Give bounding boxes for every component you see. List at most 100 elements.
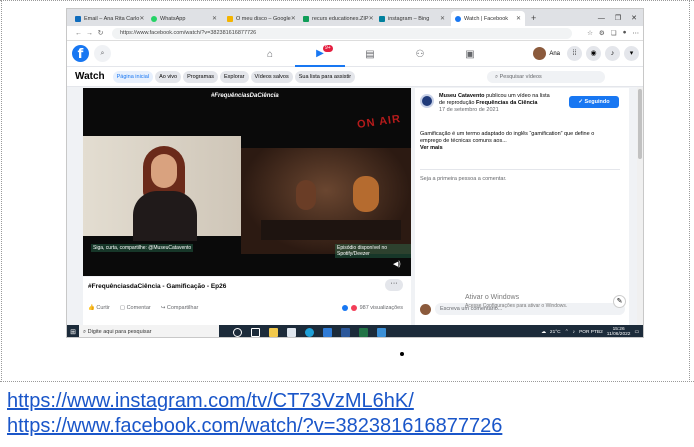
tab-home[interactable]: Página inicial <box>112 70 154 83</box>
refresh-icon[interactable]: ↻ <box>95 29 106 37</box>
gaming-icon[interactable]: ▣ <box>445 41 495 67</box>
edge-icon[interactable] <box>305 327 314 337</box>
scrollbar[interactable] <box>637 87 643 325</box>
facebook-logo[interactable]: f <box>72 45 89 62</box>
following-button[interactable]: ✓ Seguindo <box>569 96 619 108</box>
store-icon[interactable] <box>287 327 296 337</box>
facebook-link[interactable]: https://www.facebook.com/watch/?v=382381… <box>7 415 502 438</box>
minimize-icon[interactable]: — <box>598 11 605 26</box>
task-view-icon[interactable] <box>251 327 260 337</box>
chevron-down-icon[interactable]: ▾ <box>624 46 639 61</box>
groups-icon[interactable]: ⚇ <box>395 41 445 67</box>
notifications-icon[interactable]: ▭ <box>634 330 639 335</box>
reactions-summary[interactable]: 987 visualizações <box>341 305 403 311</box>
browser-tab[interactable]: recurs educationes.ZIP ✕ <box>299 11 373 26</box>
close-icon[interactable]: ✕ <box>440 15 445 22</box>
video-caption-left: Siga, curta, compartilhe: @MuseuCatavent… <box>91 244 194 252</box>
profile-name: Ana <box>549 50 560 57</box>
excel-icon[interactable] <box>359 327 368 337</box>
watch-subnav: Watch Página inicial Ao vivo Programas E… <box>67 67 643 87</box>
home-icon[interactable]: ⌂ <box>245 41 295 67</box>
window-controls: — ❐ ✕ <box>598 11 643 26</box>
mail-icon[interactable] <box>323 327 332 337</box>
header-right: Ana ⁞⁞ ◉ ♪ ▾ <box>533 46 639 61</box>
comment-button[interactable]: ▢ Comentar <box>120 305 151 311</box>
taskbar-search-input[interactable]: ⌕ Digite aqui para pesquisar <box>79 325 219 337</box>
like-button[interactable]: 👍 Curtir <box>88 305 110 311</box>
url-field[interactable]: https://www.facebook.com/watch/?v=382381… <box>112 27 572 39</box>
tab-label: instagram – Bing <box>388 15 430 22</box>
dotted-border-bottom <box>0 381 694 382</box>
volume-tray-icon[interactable]: ♪ <box>573 330 575 335</box>
tab-shows[interactable]: Programas <box>183 70 219 83</box>
instagram-link[interactable]: https://www.instagram.com/tv/CT73VzML6hK… <box>7 390 414 413</box>
see-more-link[interactable]: Ver mais <box>420 145 443 151</box>
new-tab-icon[interactable]: + <box>527 11 540 26</box>
maximize-icon[interactable]: ❐ <box>615 11 621 26</box>
extensions-icon[interactable]: ⚙ <box>599 29 605 37</box>
guest-figure <box>353 176 379 212</box>
close-icon[interactable]: ✕ <box>369 15 373 22</box>
browser-tab-active[interactable]: Watch | Facebook ✕ <box>451 11 525 26</box>
close-window-icon[interactable]: ✕ <box>631 11 637 26</box>
tab-watchlist[interactable]: Sua lista para assistir <box>294 70 356 83</box>
search-icon[interactable]: ⌕ <box>94 45 111 62</box>
marketplace-icon[interactable]: ▤ <box>345 41 395 67</box>
word-icon[interactable] <box>341 327 350 337</box>
photos-icon[interactable] <box>377 327 386 337</box>
video-side-panel: Museu Catavento publicou um vídeo na lis… <box>415 88 629 325</box>
avatar <box>420 303 431 315</box>
forward-arrow-icon[interactable]: → <box>84 30 95 37</box>
bell-icon[interactable]: ♪ <box>605 46 620 61</box>
document-page: Email – Ana Rita Carlo ✕ WhatsApp ✕ O me… <box>0 0 694 447</box>
playlist-link[interactable]: Frequências da Ciência <box>476 100 537 106</box>
search-input[interactable]: ⌕ Pesquisar vídeos <box>487 71 605 83</box>
collections-icon[interactable]: ❏ <box>611 29 617 37</box>
browser-tab[interactable]: O meu disco – Google ✕ <box>223 11 297 26</box>
close-icon[interactable]: ✕ <box>291 15 296 22</box>
video-player[interactable]: #FrequênciasDaCiência ON AIR Siga, curta… <box>83 88 411 276</box>
weather-icon[interactable]: ☁ <box>541 330 546 335</box>
share-button[interactable]: ↪ Compartilhar <box>161 305 199 311</box>
close-icon[interactable]: ✕ <box>516 15 521 22</box>
tab-saved-videos[interactable]: Vídeos salvos <box>250 70 293 83</box>
close-icon[interactable]: ✕ <box>212 15 217 22</box>
video-info: #FrequênciasdaCiência - Gamificação - Ep… <box>83 277 411 325</box>
back-arrow-icon[interactable]: ← <box>73 30 84 37</box>
tab-live[interactable]: Ao vivo <box>155 70 182 83</box>
messenger-icon[interactable]: ◉ <box>586 46 601 61</box>
volume-icon[interactable]: ◀) <box>393 260 401 268</box>
network-icon[interactable]: ⌃ <box>565 330 569 335</box>
drive-favicon-icon <box>227 15 233 22</box>
tab-explore[interactable]: Explorar <box>220 70 249 83</box>
tab-label: WhatsApp <box>160 15 186 22</box>
profile-chip[interactable]: Ana <box>533 47 563 60</box>
post-description: Gamificação é um termo adaptado do inglê… <box>420 131 595 151</box>
browser-tab[interactable]: WhatsApp ✕ <box>147 11 221 26</box>
like-reaction-icon <box>341 305 348 311</box>
post-date[interactable]: 17 de setembro de 2021 <box>439 107 499 113</box>
file-explorer-icon[interactable] <box>269 327 278 337</box>
new-message-icon[interactable]: ✎ <box>613 295 626 308</box>
profile-icon[interactable]: ● <box>623 29 627 37</box>
more-icon[interactable]: ⋯ <box>633 29 640 37</box>
page-name-link[interactable]: Museu Catavento <box>439 93 485 99</box>
empty-comments-text: Seja a primeira pessoa a comentar. <box>420 176 507 182</box>
page-avatar[interactable] <box>420 94 434 108</box>
browser-tab[interactable]: Email – Ana Rita Carlo ✕ <box>71 11 145 26</box>
browser-tab[interactable]: instagram – Bing ✕ <box>375 11 449 26</box>
scrollbar-thumb[interactable] <box>638 89 642 159</box>
on-air-sign: ON AIR <box>356 112 402 132</box>
menu-grid-icon[interactable]: ⁞⁞ <box>567 46 582 61</box>
search-placeholder: Pesquisar vídeos <box>499 74 542 80</box>
windows-start-icon[interactable]: ⊞ <box>67 325 79 337</box>
language-indicator[interactable]: POR PTB2 <box>579 330 603 335</box>
more-options-button[interactable]: ··· <box>385 279 403 291</box>
facebook-header: f ⌕ ⌂ ▶ 9+ ▤ ⚇ ▣ Ana ⁞⁞ ◉ ♪ ▾ <box>67 41 643 67</box>
favorite-star-icon[interactable]: ☆ <box>587 29 593 37</box>
dotted-border-right <box>689 0 690 382</box>
clock[interactable]: 15:26 11/06/2022 <box>607 327 631 337</box>
watch-icon[interactable]: ▶ 9+ <box>295 41 345 67</box>
close-icon[interactable]: ✕ <box>139 15 144 22</box>
cortana-icon[interactable] <box>233 327 242 337</box>
